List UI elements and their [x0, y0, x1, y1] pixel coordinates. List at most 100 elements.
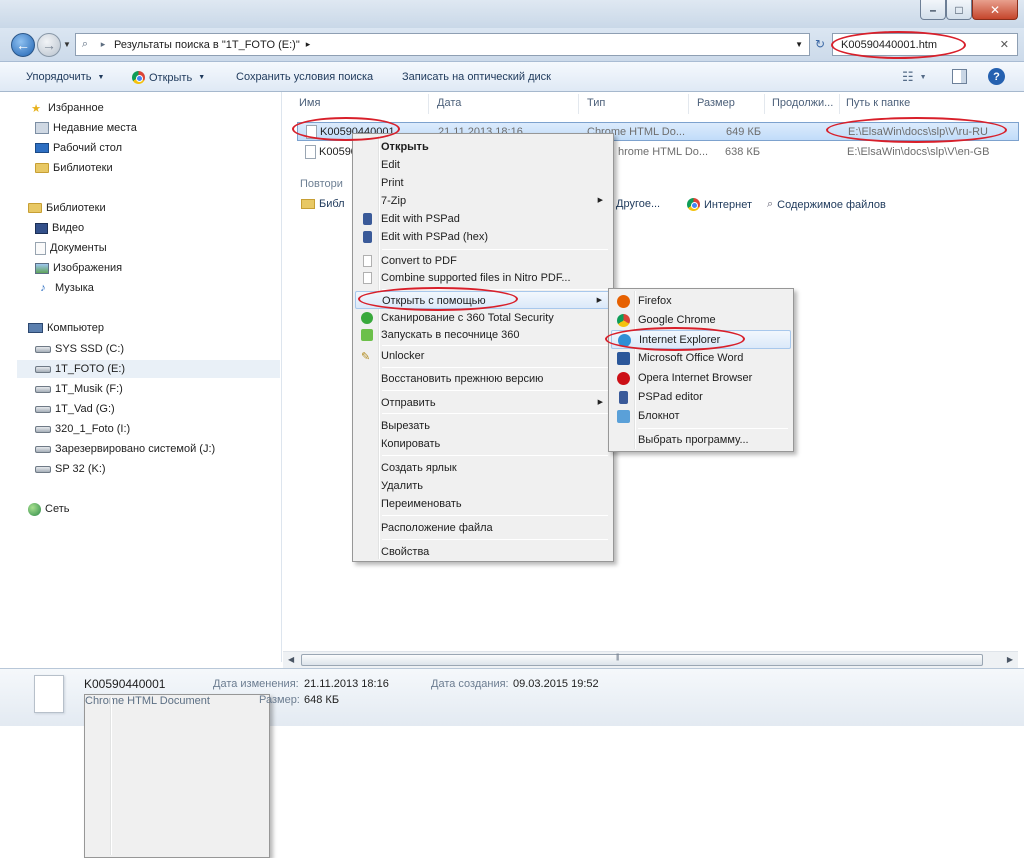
- column-header-date[interactable]: Дата: [437, 97, 461, 109]
- menu-item-label: Opera Internet Browser: [638, 372, 753, 384]
- scroll-left-icon[interactable]: ◀: [288, 655, 294, 664]
- nav-libraries[interactable]: Библиотеки: [28, 199, 106, 217]
- nav-libraries-fav[interactable]: Библиотеки: [35, 159, 113, 177]
- column-header-name[interactable]: Имя: [299, 97, 320, 109]
- open-with-pspad[interactable]: PSPad editor: [611, 388, 791, 407]
- refresh-icon[interactable]: ↻: [815, 37, 825, 51]
- column-divider[interactable]: [839, 94, 840, 114]
- preview-pane-icon[interactable]: [952, 69, 967, 84]
- column-header-type[interactable]: Тип: [587, 97, 605, 109]
- open-with-notepad[interactable]: Блокнот: [611, 407, 791, 426]
- column-divider[interactable]: [578, 94, 579, 114]
- burn-disc-button[interactable]: Записать на оптический диск: [402, 71, 551, 83]
- address-dropdown-icon[interactable]: ▼: [795, 40, 803, 49]
- desktop-icon: [35, 143, 49, 153]
- search-again-file-contents[interactable]: ⌕ Содержимое файлов: [767, 198, 886, 211]
- open-with-internet-explorer[interactable]: Internet Explorer: [611, 330, 791, 349]
- view-options-button[interactable]: ☷ ▼: [902, 69, 927, 85]
- menu-item-properties[interactable]: Свойства: [355, 543, 611, 561]
- organize-button[interactable]: Упорядочить ▼: [26, 71, 104, 83]
- maximize-button[interactable]: □: [946, 0, 972, 20]
- nav-video[interactable]: Видео: [35, 219, 84, 237]
- menu-item-open-with[interactable]: Открыть с помощью ▶: [355, 291, 611, 309]
- menu-item-cut[interactable]: Вырезать: [355, 417, 611, 435]
- nav-desktop[interactable]: Рабочий стол: [35, 139, 122, 157]
- menu-item-restore-previous[interactable]: Восстановить прежнюю версию: [355, 370, 611, 388]
- nav-recent-places[interactable]: Недавние места: [35, 119, 137, 137]
- open-with-choose-program[interactable]: Выбрать программу...: [611, 431, 791, 450]
- menu-item-convert-pdf[interactable]: Convert to PDF: [355, 252, 611, 270]
- breadcrumb-path[interactable]: Результаты поиска в "1T_FOTO (E:)": [114, 39, 300, 51]
- clear-search-icon[interactable]: ✕: [1000, 38, 1009, 51]
- open-with-chrome[interactable]: Google Chrome: [611, 311, 791, 330]
- search-input[interactable]: [839, 37, 989, 52]
- nav-network[interactable]: Сеть: [28, 500, 69, 518]
- nav-drive[interactable]: 320_1_Foto (I:): [35, 420, 130, 438]
- menu-item-unlocker[interactable]: ✎ Unlocker: [355, 347, 611, 365]
- menu-item-print[interactable]: Print: [355, 174, 611, 192]
- nav-drive[interactable]: 1T_Vad (G:): [35, 400, 115, 418]
- nav-drive[interactable]: SP 32 (K:): [35, 460, 106, 478]
- search-again-lib-label: Библ: [319, 198, 345, 210]
- menu-item-create-shortcut[interactable]: Создать ярлык: [355, 459, 611, 477]
- column-header-folder-path[interactable]: Путь к папке: [846, 97, 910, 109]
- nav-favorites[interactable]: ★ Избранное: [28, 99, 104, 117]
- menu-item-send-to[interactable]: Отправить ▶: [355, 394, 611, 412]
- save-search-button[interactable]: Сохранить условия поиска: [236, 71, 373, 83]
- nav-drive[interactable]: SYS SSD (C:): [35, 340, 124, 358]
- address-bar[interactable]: ⌕ ▸ Результаты поиска в "1T_FOTO (E:)" ▸…: [75, 33, 810, 56]
- search-again-internet[interactable]: Интернет: [687, 198, 752, 211]
- search-box[interactable]: ✕: [832, 33, 1018, 56]
- open-with-opera[interactable]: Opera Internet Browser: [611, 369, 791, 388]
- column-header-duration[interactable]: Продолжи...: [772, 97, 833, 109]
- help-icon[interactable]: ?: [988, 68, 1005, 85]
- drive-icon: [35, 465, 51, 473]
- menu-item-label: Сканирование с 360 Total Security: [381, 312, 554, 324]
- horizontal-scrollbar[interactable]: ◀ ||| ▶: [283, 651, 1018, 668]
- open-with-word[interactable]: Microsoft Office Word: [611, 349, 791, 368]
- menu-item-scan-360[interactable]: Сканирование с 360 Total Security: [355, 309, 611, 327]
- file-icon: [305, 145, 316, 159]
- search-again-libraries[interactable]: Библ: [301, 198, 345, 210]
- menu-item-edit[interactable]: Edit: [355, 156, 611, 174]
- column-divider[interactable]: [428, 94, 429, 114]
- nav-music[interactable]: ♪ Музыка: [35, 279, 94, 297]
- nav-computer[interactable]: Компьютер: [28, 319, 104, 337]
- menu-item-rename[interactable]: Переименовать: [355, 495, 611, 513]
- command-bar: Упорядочить ▼ Открыть ▼ Сохранить условия …: [0, 61, 1024, 92]
- menu-item-sandbox-360[interactable]: Запускать в песочнице 360: [355, 326, 611, 344]
- menu-item-combine-nitro[interactable]: Combine supported files in Nitro PDF...: [355, 269, 611, 287]
- breadcrumb-arrow-icon[interactable]: ▸: [94, 39, 112, 50]
- search-again-other[interactable]: Другое...: [616, 198, 660, 210]
- details-modified-value: 21.11.2013 18:16: [304, 678, 389, 690]
- nav-images[interactable]: Изображения: [35, 259, 122, 277]
- open-button[interactable]: Открыть ▼: [132, 71, 205, 84]
- network-icon: [28, 502, 41, 516]
- close-button[interactable]: ✕: [972, 0, 1018, 20]
- nav-drive[interactable]: Зарезервировано системой (J:): [35, 440, 215, 458]
- column-divider[interactable]: [764, 94, 765, 114]
- minimize-button[interactable]: –: [920, 0, 946, 20]
- menu-item-copy[interactable]: Копировать: [355, 435, 611, 453]
- submenu-arrow-icon: ▶: [597, 197, 603, 204]
- breadcrumb-separator[interactable]: ▸: [306, 39, 311, 50]
- menu-item-7zip[interactable]: 7-Zip ▶: [355, 192, 611, 210]
- back-button[interactable]: ←: [11, 33, 35, 57]
- menu-item-delete[interactable]: Удалить: [355, 477, 611, 495]
- menu-item-open[interactable]: Открыть: [355, 138, 611, 156]
- menu-item-edit-pspad[interactable]: Edit with PSPad: [355, 210, 611, 228]
- scrollbar-thumb[interactable]: [301, 654, 983, 666]
- search-icon: ⌕: [767, 198, 774, 210]
- history-dropdown[interactable]: ▼: [63, 40, 71, 49]
- open-with-firefox[interactable]: Firefox: [611, 292, 791, 311]
- forward-button[interactable]: →: [37, 33, 61, 57]
- nav-drive-selected[interactable]: 1T_FOTO (E:): [17, 360, 280, 378]
- scroll-right-icon[interactable]: ▶: [1007, 655, 1013, 664]
- column-divider[interactable]: [688, 94, 689, 114]
- column-header-size[interactable]: Размер: [697, 97, 735, 109]
- nav-drive[interactable]: 1T_Musik (F:): [35, 380, 123, 398]
- menu-item-edit-pspad-hex[interactable]: Edit with PSPad (hex): [355, 228, 611, 246]
- nav-documents[interactable]: Документы: [35, 239, 107, 257]
- menu-item-file-location[interactable]: Расположение файла: [355, 519, 611, 537]
- nav-label: Компьютер: [47, 322, 104, 334]
